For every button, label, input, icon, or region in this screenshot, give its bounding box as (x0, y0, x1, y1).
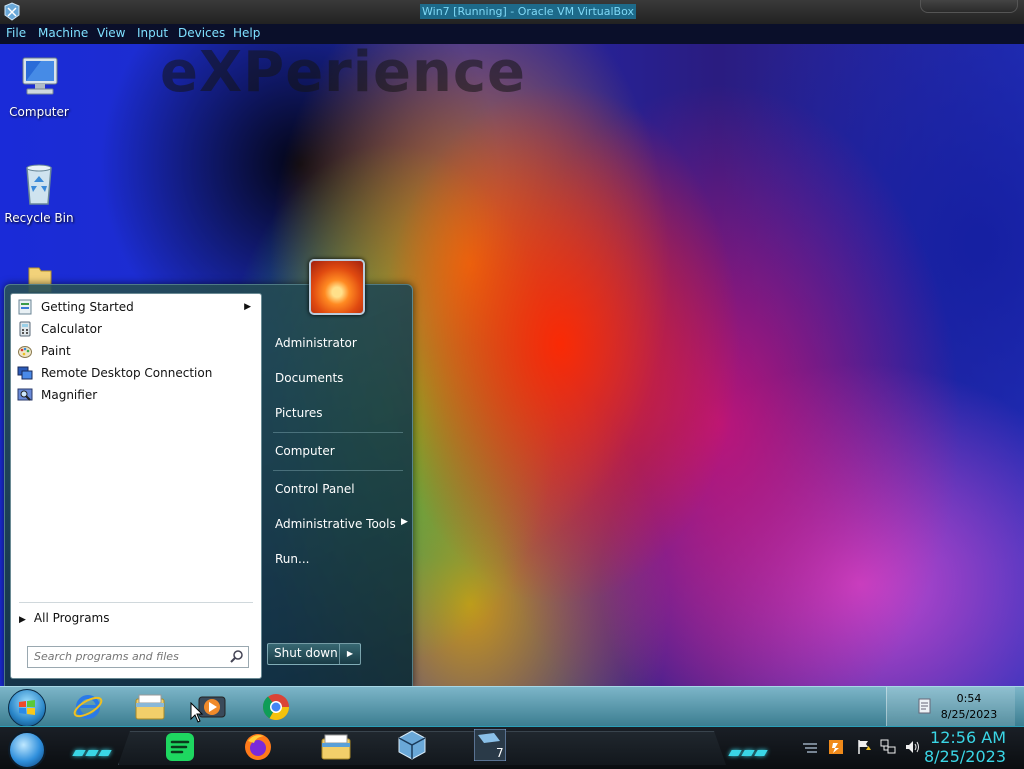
magnifier-icon (17, 388, 33, 401)
program-label: Magnifier (41, 388, 98, 402)
program-calculator[interactable]: Calculator (11, 318, 261, 340)
action-center-flag-icon[interactable] (856, 739, 872, 755)
submenu-arrow-icon: ▶ (244, 302, 251, 312)
all-programs-button[interactable]: ▶ All Programs (19, 610, 110, 628)
start-search-box[interactable] (27, 646, 249, 668)
host-menubar: File Machine View Input Devices Help (0, 24, 1024, 44)
search-icon[interactable] (230, 649, 244, 663)
place-administrator[interactable]: Administrator (275, 336, 357, 350)
host-clock-date: 8/25/2023 (923, 747, 1006, 766)
host-titlebar: Win7 [Running] - Oracle VM VirtualBox (0, 0, 1024, 25)
host-clock-time: 12:56 AM (930, 728, 1006, 747)
program-remote-desktop[interactable]: Remote Desktop Connection (11, 362, 261, 384)
spotify-icon[interactable] (164, 731, 196, 763)
chrome-icon[interactable] (260, 691, 292, 723)
guest-clock-time: 0:54 (956, 692, 982, 705)
programs-pane: Getting Started ▶ Calculator Paint Remot… (10, 293, 262, 679)
start-button[interactable] (8, 689, 46, 727)
desktop-icon-recycle-bin[interactable]: Recycle Bin (4, 160, 74, 225)
place-documents[interactable]: Documents (275, 371, 343, 385)
virtualbox-logo-icon[interactable] (2, 2, 22, 22)
program-magnifier[interactable]: Magnifier (11, 384, 261, 406)
firefox-icon[interactable] (242, 731, 274, 763)
all-programs-arrow-icon: ▶ (19, 615, 26, 625)
taskbar-deco-left (72, 741, 118, 756)
place-administrative-tools[interactable]: Administrative Tools ▶ (275, 517, 415, 531)
remote-desktop-icon (17, 366, 33, 380)
volume-icon[interactable] (904, 739, 920, 755)
place-control-panel[interactable]: Control Panel (275, 482, 355, 496)
program-label: Calculator (41, 322, 102, 336)
windows-explorer-icon[interactable] (134, 691, 166, 723)
all-programs-label: All Programs (33, 611, 110, 625)
shutdown-button[interactable]: Shut down ▶ (267, 643, 361, 665)
guest-desktop[interactable]: eXPerience Computer Recycle Bin Getting … (0, 44, 1024, 686)
program-getting-started[interactable]: Getting Started ▶ (11, 296, 261, 318)
submenu-arrow-icon: ▶ (401, 517, 408, 527)
virtualbox-icon[interactable] (396, 729, 428, 761)
win7-vm-icon[interactable]: 7 (474, 729, 506, 761)
security-shield-icon[interactable] (828, 739, 844, 755)
programs-divider (19, 602, 253, 603)
menu-view[interactable]: View (97, 26, 125, 40)
recycle-bin-icon (15, 160, 63, 208)
menu-machine[interactable]: Machine (38, 26, 88, 40)
windows-logo-icon (19, 700, 35, 715)
shutdown-label: Shut down (274, 646, 338, 660)
desktop-icon-label: Computer (9, 105, 69, 119)
program-paint[interactable]: Paint (11, 340, 261, 362)
search-input[interactable] (28, 647, 230, 665)
place-label: Administrative Tools (275, 517, 396, 531)
places-divider (273, 432, 403, 433)
place-computer[interactable]: Computer (275, 444, 335, 458)
guest-clock[interactable]: 0:54 8/25/2023 (934, 691, 1004, 723)
host-window-controls[interactable] (920, 0, 1018, 13)
desktop-icon-label: Recycle Bin (4, 211, 74, 225)
start-menu: Getting Started ▶ Calculator Paint Remot… (4, 259, 415, 686)
user-picture[interactable] (309, 259, 365, 315)
host-start-button[interactable] (8, 731, 46, 769)
host-window-title: Win7 [Running] - Oracle VM VirtualBox (420, 4, 636, 19)
menu-file[interactable]: File (6, 26, 26, 40)
program-label: Remote Desktop Connection (41, 366, 213, 380)
guest-taskbar: 0:54 8/25/2023 (0, 686, 1024, 727)
computer-icon (15, 54, 63, 102)
menu-input[interactable]: Input (137, 26, 168, 40)
show-hidden-icons-icon[interactable] (802, 739, 818, 755)
paint-icon (18, 346, 32, 358)
place-pictures[interactable]: Pictures (275, 406, 323, 420)
getting-started-icon (18, 299, 32, 315)
program-label: Paint (41, 344, 71, 358)
places-divider (273, 470, 403, 471)
program-label: Getting Started (41, 300, 134, 314)
place-run[interactable]: Run... (275, 552, 309, 566)
internet-explorer-icon[interactable] (72, 691, 104, 723)
calculator-icon (19, 321, 31, 337)
action-center-icon[interactable] (918, 698, 932, 714)
menu-help[interactable]: Help (233, 26, 260, 40)
wallpaper-watermark: eXPerience (160, 44, 527, 105)
menu-devices[interactable]: Devices (178, 26, 225, 40)
file-explorer-icon[interactable] (320, 731, 352, 763)
svg-text:7: 7 (496, 746, 504, 760)
mouse-cursor-icon (190, 702, 204, 723)
host-clock[interactable]: 12:56 AM 8/25/2023 (924, 728, 1006, 766)
network-icon[interactable] (880, 739, 896, 755)
host-taskbar: 7 12:56 AM 8/25/2023 (0, 726, 1024, 769)
guest-clock-date: 8/25/2023 (940, 708, 998, 721)
taskbar-deco-right (728, 741, 774, 756)
desktop-icon-computer[interactable]: Computer (4, 54, 74, 119)
shutdown-options-arrow-icon[interactable]: ▶ (339, 644, 360, 664)
